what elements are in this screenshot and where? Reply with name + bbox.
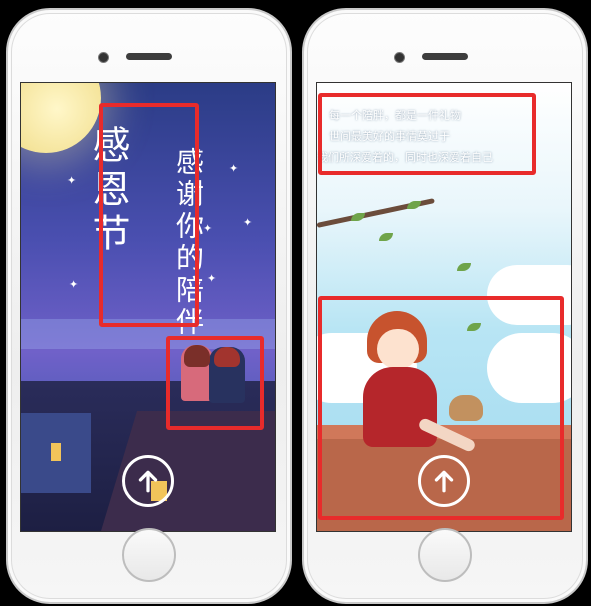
cloud-shape [487,265,571,325]
speaker-grille [422,53,468,60]
poem-line: 每一个陪胖，都是一件礼物 [329,109,461,122]
thanksgiving-screen: ✦ ✦ ✦ ✦ ✦ ✦ 感恩节 感谢你的陪伴 [20,82,276,532]
scroll-up-button[interactable] [122,455,174,507]
leaf-icon [351,213,365,221]
poem-text: 每一个陪胖，都是一件礼物 世间最美好的事情莫过于 我们所深爱着的，同时也深爱着自… [317,105,493,168]
home-button[interactable] [122,528,176,582]
arrow-up-icon [434,470,454,493]
leaf-icon [457,263,471,271]
star-icon: ✦ [207,272,217,285]
star-icon: ✦ [69,278,79,291]
arrow-up-icon [138,470,158,493]
phone-mockup-right: 每一个陪胖，都是一件礼物 世间最美好的事情莫过于 我们所深爱着的，同时也深爱着自… [302,8,588,604]
home-button[interactable] [418,528,472,582]
star-icon: ✦ [67,174,77,187]
front-camera [394,52,405,63]
speaker-grille [126,53,172,60]
poem-line: 世间最美好的事情莫过于 [329,130,450,143]
cat-illustration [449,395,483,421]
poem-line: 我们所深爱着的，同时也深爱着自己 [317,151,493,164]
leaf-icon [379,233,393,241]
star-icon: ✦ [243,216,253,229]
gift-screen: 每一个陪胖，都是一件礼物 世间最美好的事情莫过于 我们所深爱着的，同时也深爱着自… [316,82,572,532]
leaf-icon [467,323,481,331]
couple-illustration [181,345,251,405]
phone-mockup-left: ✦ ✦ ✦ ✦ ✦ ✦ 感恩节 感谢你的陪伴 [6,8,292,604]
leaf-icon [407,201,421,209]
cloud-shape [487,333,571,403]
star-icon: ✦ [229,162,239,175]
house-illustration [21,413,91,493]
scroll-up-button[interactable] [418,455,470,507]
page-title: 感恩节 [86,125,130,257]
front-camera [98,52,109,63]
page-subtitle: 感谢你的陪伴 [172,147,205,339]
girl-illustration [347,311,477,471]
